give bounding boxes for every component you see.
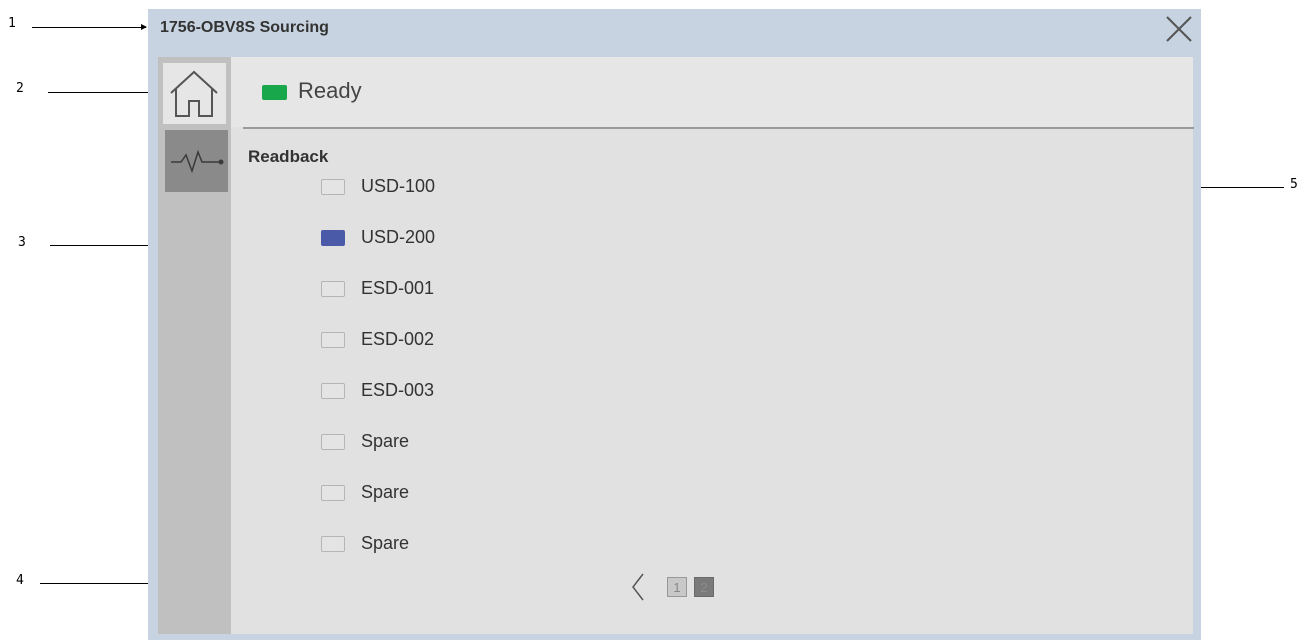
close-icon[interactable] xyxy=(1165,15,1193,43)
callout-5: 5 xyxy=(1290,177,1298,192)
divider xyxy=(243,127,1194,129)
point-label: Spare xyxy=(361,482,410,502)
status-bar: Ready xyxy=(231,57,1193,127)
page-2-button[interactable]: 2 xyxy=(694,577,714,597)
point-label: ESD-002 xyxy=(361,329,435,349)
trend-icon xyxy=(171,149,224,174)
tab-trend[interactable] xyxy=(165,130,228,192)
point-indicator xyxy=(321,230,345,246)
faceplate-title: 1756-OBV8S Sourcing xyxy=(160,19,329,36)
home-icon xyxy=(170,70,218,117)
point-indicator xyxy=(321,332,345,348)
title-bar: 1756-OBV8S Sourcing xyxy=(148,9,1201,49)
point-label: ESD-001 xyxy=(361,278,435,298)
chevron-left-icon[interactable] xyxy=(629,572,647,602)
sidebar xyxy=(158,57,231,634)
callout-1: 1 xyxy=(8,16,16,31)
point-indicator xyxy=(321,434,345,450)
point-indicator xyxy=(321,281,345,297)
point-label: Spare xyxy=(361,533,410,553)
page-1-button[interactable]: 1 xyxy=(667,577,687,597)
callout-4: 4 xyxy=(16,573,24,588)
faceplate-window: 1756-OBV8S Sourcing Ready Readback USD-1… xyxy=(148,9,1201,640)
point-label: USD-100 xyxy=(361,176,436,196)
point-label: ESD-003 xyxy=(361,380,435,400)
point-indicator xyxy=(321,485,345,501)
point-indicator xyxy=(321,383,345,399)
callout-2: 2 xyxy=(16,81,24,96)
point-label: USD-200 xyxy=(361,227,436,247)
main-content: Ready Readback USD-100 USD-200 ESD-001 E… xyxy=(231,57,1194,634)
point-indicator xyxy=(321,179,345,195)
status-label: Ready xyxy=(298,78,362,103)
callout-arrow-1 xyxy=(32,24,147,30)
tab-home[interactable] xyxy=(163,63,226,124)
status-indicator xyxy=(262,85,287,100)
point-label: Spare xyxy=(361,431,410,451)
callout-3: 3 xyxy=(18,235,26,250)
point-indicator xyxy=(321,536,345,552)
readback-heading: Readback xyxy=(248,147,329,166)
